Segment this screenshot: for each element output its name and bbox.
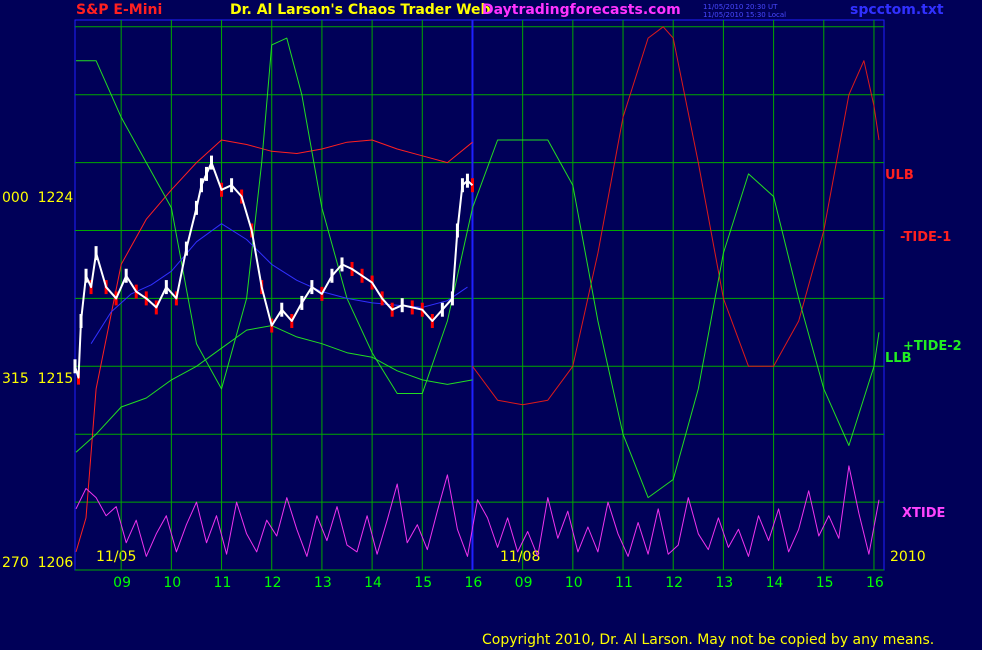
- plot-frame: [74, 19, 885, 571]
- hour-tick-13: 14: [766, 575, 784, 591]
- hour-tick-3: 12: [264, 575, 282, 591]
- hour-tick-14: 15: [816, 575, 834, 591]
- series-tide2: [76, 37, 880, 499]
- hour-tick-0: 09: [113, 575, 131, 591]
- copyright-text: Copyright 2010, Dr. Al Larson. May not b…: [482, 632, 935, 648]
- hour-tick-4: 13: [314, 575, 332, 591]
- hour-tick-8: 09: [515, 575, 533, 591]
- chart-plot: 09 10 11 12 13 14 15 16 09 10 11 12 13 14 15 16: [73, 19, 885, 591]
- series-xtide: [75, 465, 880, 557]
- hour-tick-15: 16: [866, 575, 884, 591]
- hour-tick-2: 11: [214, 575, 232, 591]
- series-tide1: [472, 26, 880, 406]
- series-llb: [75, 325, 473, 453]
- series-avg: [90, 223, 468, 344]
- hour-tick-11: 12: [665, 575, 683, 591]
- hour-tick-1: 10: [163, 575, 181, 591]
- series-ulb: [75, 139, 473, 553]
- hour-tick-5: 14: [364, 575, 382, 591]
- hour-tick-6: 15: [414, 575, 432, 591]
- hour-tick-10: 11: [615, 575, 633, 591]
- hour-tick-12: 13: [715, 575, 733, 591]
- hour-tick-9: 10: [565, 575, 583, 591]
- hour-tick-7: 16: [464, 575, 482, 591]
- series-price: [74, 161, 474, 379]
